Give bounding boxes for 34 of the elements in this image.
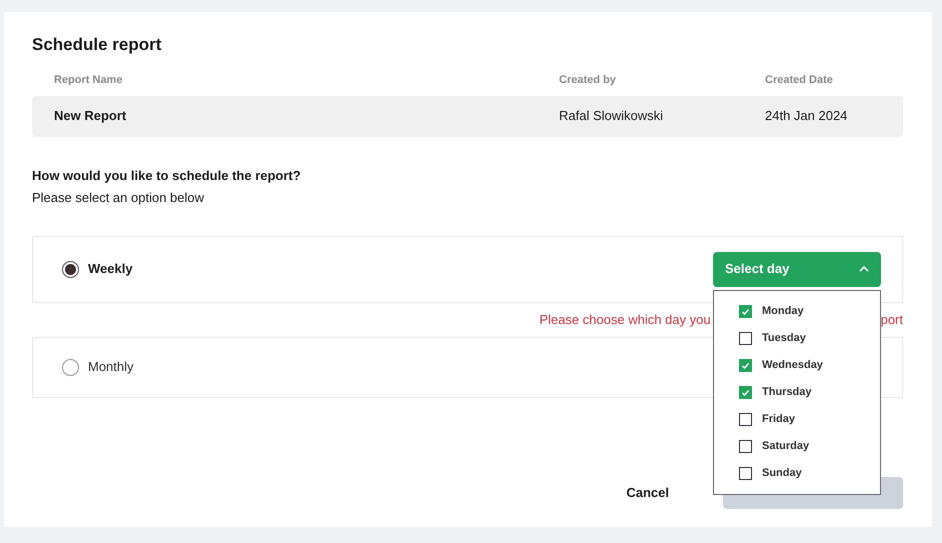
day-checkbox[interactable] [739, 386, 752, 399]
error-message: port [880, 310, 903, 329]
error-message: Please choose which day you [539, 310, 711, 329]
check-icon [741, 362, 750, 370]
column-header: Created by [559, 73, 617, 88]
table-cell-text: New Report [54, 107, 128, 126]
day-label: Tuesday [762, 331, 806, 346]
day-label: Friday [762, 412, 796, 428]
radio-button[interactable] [62, 260, 79, 278]
table-cell-text: Rafal Slowikowski [559, 107, 664, 126]
day-label: Sunday [762, 466, 802, 482]
dialog-title: Schedule report [32, 34, 162, 56]
day-checkbox[interactable] [739, 305, 752, 318]
question-text: How would you like to schedule the report? [32, 166, 302, 185]
table-cell-text: 24th Jan 2024 [765, 107, 848, 126]
check-icon [741, 388, 750, 396]
column-header: Created Date [765, 73, 834, 88]
day-label: Thursday [762, 385, 812, 400]
day-label: Saturday [762, 439, 810, 454]
day-checkbox[interactable] [739, 413, 752, 426]
hint-text: Please select an option below [32, 189, 206, 207]
check-icon [741, 308, 750, 316]
column-header: Report Name [54, 73, 124, 88]
radio-button[interactable] [62, 358, 79, 376]
day-checkbox[interactable] [739, 440, 752, 453]
day-checkbox[interactable] [739, 332, 752, 345]
day-checkbox[interactable] [739, 359, 752, 372]
chevron-icon [859, 266, 869, 272]
day-label: Wednesday [762, 358, 823, 374]
option-label: Weekly [88, 260, 133, 278]
day-checkbox[interactable] [739, 467, 752, 480]
cancel-button[interactable]: Cancel [626, 482, 669, 502]
option-label: Monthly [88, 358, 134, 376]
day-label: Monday [762, 304, 804, 320]
